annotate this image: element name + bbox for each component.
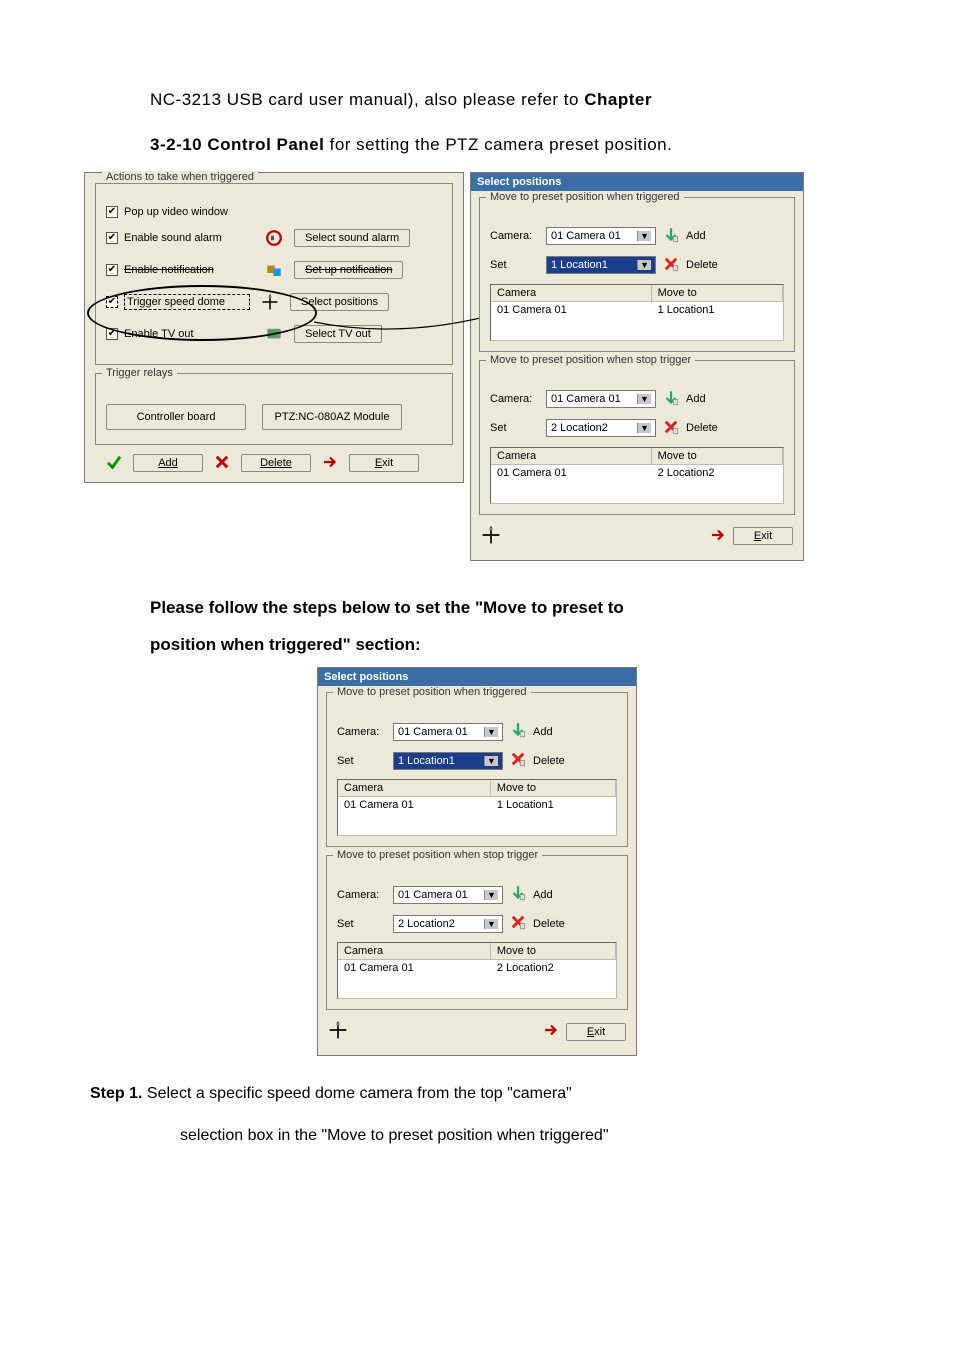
set-combo-1[interactable]: 1 Location1▼: [546, 256, 656, 274]
set-combo-b1[interactable]: 1 Location1▼: [393, 752, 503, 770]
step1-text2: selection box in the "Move to preset pos…: [180, 1127, 609, 1144]
group1-title-b: Move to preset position when triggered: [333, 686, 531, 698]
positions-footer-icon: [481, 525, 501, 548]
table-row[interactable]: 01 Camera 012 Location2: [338, 960, 616, 976]
preset-table-1: CameraMove to 01 Camera 011 Location1: [490, 284, 784, 341]
set-label-2: Set: [490, 422, 540, 434]
set-label: Set: [490, 259, 540, 271]
sound-alarm-checkbox[interactable]: ✔: [106, 232, 118, 244]
step1-text1: Select a specific speed dome camera from…: [142, 1085, 571, 1102]
camera-combo-b2[interactable]: 01 Camera 01▼: [393, 886, 503, 904]
setup-notification-button[interactable]: Set up notification: [294, 261, 403, 279]
x-icon: [213, 453, 231, 474]
group2-title: Move to preset position when stop trigge…: [486, 354, 695, 366]
table-row[interactable]: 01 Camera 012 Location2: [491, 465, 783, 481]
delete-label-b2[interactable]: Delete: [533, 918, 565, 930]
add-label-b1[interactable]: Add: [533, 726, 553, 738]
set-combo-2[interactable]: 2 Location2▼: [546, 419, 656, 437]
notification-checkbox[interactable]: ✔: [106, 264, 118, 276]
add-label-b2[interactable]: Add: [533, 889, 553, 901]
add-label-2[interactable]: Add: [686, 393, 706, 405]
dialog-title: Select positions: [471, 173, 803, 191]
camera-combo-b1[interactable]: 01 Camera 01▼: [393, 723, 503, 741]
add-icon-2: [662, 389, 680, 410]
exit-arrow-icon: [321, 453, 339, 474]
preset-table-2: CameraMove to 01 Camera 012 Location2: [490, 447, 784, 504]
group2-title-b: Move to preset position when stop trigge…: [333, 849, 542, 861]
add-icon-b1: [509, 721, 527, 742]
delete-button[interactable]: Delete: [241, 454, 311, 472]
set-label-b2: Set: [337, 918, 387, 930]
actions-group-title: Actions to take when triggered: [102, 171, 258, 183]
camera-label-b2: Camera:: [337, 889, 387, 901]
ptz-module-button[interactable]: PTZ:NC-080AZ Module: [262, 404, 402, 430]
set-combo-b2[interactable]: 2 Location2▼: [393, 915, 503, 933]
camera-label-b: Camera:: [337, 726, 387, 738]
annotation-ellipse: [87, 285, 317, 341]
table-row[interactable]: 01 Camera 011 Location1: [491, 302, 783, 318]
select-positions-dialog: Select positions Move to preset position…: [470, 172, 804, 561]
table-row[interactable]: 01 Camera 011 Location1: [338, 797, 616, 813]
delete-icon-b1: [509, 750, 527, 771]
callout-line: [314, 312, 504, 342]
exit-button-2[interactable]: Exit: [733, 527, 793, 545]
add-icon: [662, 226, 680, 247]
preset-table-b1: CameraMove to 01 Camera 011 Location1: [337, 779, 617, 836]
preset-table-b2: CameraMove to 01 Camera 012 Location2: [337, 942, 617, 999]
sound-alarm-label: Enable sound alarm: [124, 232, 254, 244]
intro-text: NC-3213 USB card user manual), also plea…: [150, 90, 584, 109]
intro-chapter: Chapter: [584, 90, 652, 109]
para2-line2: position when triggered" section:: [150, 626, 864, 663]
camera-label-2: Camera:: [490, 393, 540, 405]
speaker-icon: [260, 226, 288, 250]
dialog-title-2: Select positions: [318, 668, 636, 686]
exit-arrow-icon-b: [542, 1021, 560, 1042]
popup-label: Pop up video window: [124, 206, 228, 218]
select-positions-dialog-2: Select positions Move to preset position…: [317, 667, 637, 1056]
step1-label: Step 1.: [90, 1085, 142, 1102]
set-label-b: Set: [337, 755, 387, 767]
delete-label-b1[interactable]: Delete: [533, 755, 565, 767]
notification-icon: [260, 258, 288, 282]
add-label-1[interactable]: Add: [686, 230, 706, 242]
relays-group-title: Trigger relays: [102, 367, 177, 379]
popup-checkbox[interactable]: ✔: [106, 206, 118, 218]
group1-title: Move to preset position when triggered: [486, 191, 684, 203]
camera-combo-2[interactable]: 01 Camera 01▼: [546, 390, 656, 408]
positions-footer-icon-b: [328, 1020, 348, 1043]
col-camera: Camera: [491, 285, 652, 301]
delete-icon: [662, 255, 680, 276]
delete-icon-2: [662, 418, 680, 439]
exit-button-b[interactable]: Exit: [566, 1023, 626, 1041]
camera-label: Camera:: [490, 230, 540, 242]
delete-icon-b2: [509, 913, 527, 934]
exit-arrow-icon-2: [709, 526, 727, 547]
add-button[interactable]: Add: [133, 454, 203, 472]
add-icon-b2: [509, 884, 527, 905]
exit-button[interactable]: Exit: [349, 454, 419, 472]
controller-board-button[interactable]: Controller board: [106, 404, 246, 430]
delete-label-1[interactable]: Delete: [686, 259, 718, 271]
col-moveto: Move to: [652, 285, 783, 301]
para2-line1: Please follow the steps below to set the…: [150, 589, 864, 626]
select-sound-button[interactable]: Select sound alarm: [294, 229, 410, 247]
intro-suffix: for setting the PTZ camera preset positi…: [324, 135, 672, 154]
delete-label-2[interactable]: Delete: [686, 422, 718, 434]
notification-label: Enable notification: [124, 264, 254, 276]
camera-combo-1[interactable]: 01 Camera 01▼: [546, 227, 656, 245]
check-icon: [105, 453, 123, 474]
intro-section: 3-2-10 Control Panel: [150, 135, 324, 154]
